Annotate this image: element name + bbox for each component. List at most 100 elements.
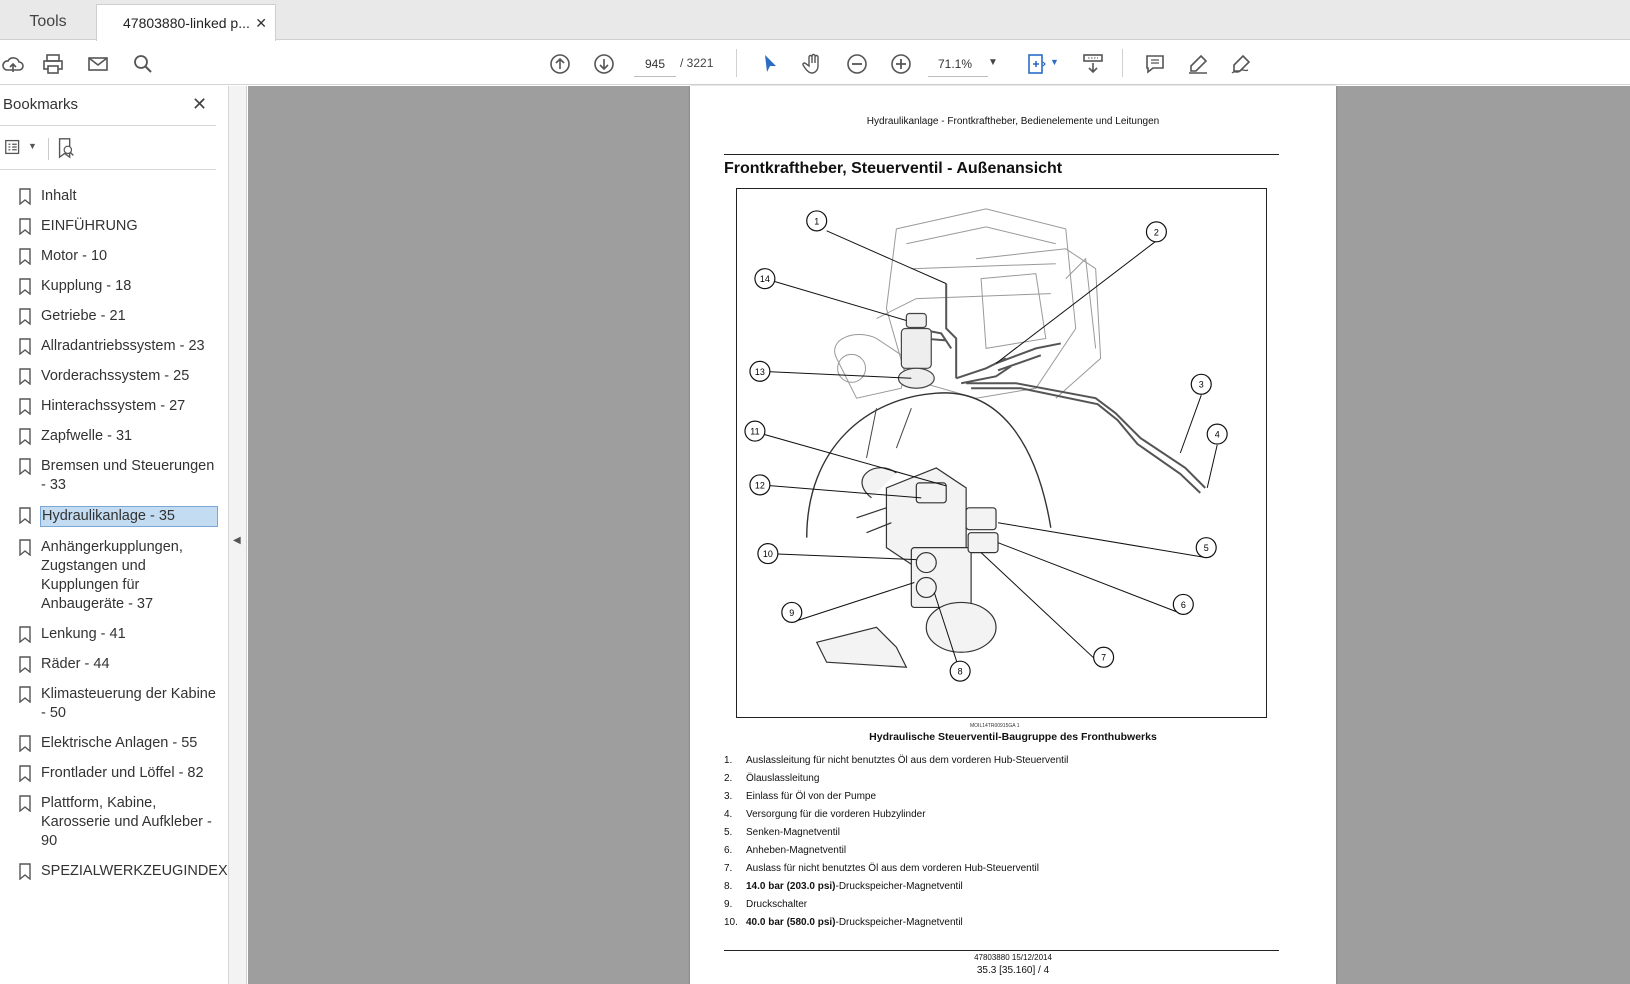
part-text: Einlass für Öl von der Pumpe [746, 790, 877, 802]
bookmark-icon [19, 735, 31, 752]
bookmark-label: Zapfwelle - 31 [41, 428, 133, 444]
page-total: / 3221 [680, 56, 714, 70]
zoom-in-icon[interactable] [888, 51, 914, 77]
part-description: Versorgung für die vorderen Hubzylinder [746, 809, 926, 820]
bookmark-item[interactable]: Allradantriebssystem - 23 [0, 332, 222, 362]
tab-tools[interactable]: Tools [0, 4, 96, 40]
bookmark-item[interactable]: Vorderachssystem - 25 [0, 362, 222, 392]
part-number: 5. [724, 826, 733, 838]
bookmark-label: Elektrische Anlagen - 55 [41, 735, 198, 751]
part-text: Druckschalter [746, 898, 808, 910]
callout-label: 10 [763, 549, 773, 559]
select-cursor-icon[interactable] [757, 51, 783, 77]
part-list-item: 7. Auslass für nicht benutztes Öl aus dem… [724, 859, 1068, 877]
hydraulic-lines [916, 283, 1206, 494]
part-list-item: 10. 40.0 bar (580.0 psi)-Druckspeicher-Ma… [724, 913, 1068, 931]
panel-collapse-handle[interactable]: ◀ [229, 86, 247, 984]
part-description: Auslassleitung für nicht benutztes Öl au… [746, 755, 1068, 766]
part-description: Auslass für nicht benutztes Öl aus dem v… [746, 863, 1039, 874]
tab-document[interactable]: 47803880-linked p... ✕ [96, 4, 276, 41]
zoom-search-icon[interactable] [130, 51, 156, 77]
callout-label: 2 [1154, 227, 1159, 237]
bookmark-options-dropdown-icon[interactable]: ▼ [28, 141, 37, 151]
print-icon[interactable] [40, 51, 66, 77]
close-panel-icon[interactable]: ✕ [192, 94, 207, 115]
bookmark-label: Allradantriebssystem - 23 [41, 338, 205, 354]
bookmark-item[interactable]: Klimasteuerung der Kabine - 50 [0, 680, 222, 729]
bookmark-icon [19, 338, 31, 355]
collapse-arrow-icon[interactable]: ◀ [233, 535, 241, 546]
bookmark-item[interactable]: Elektrische Anlagen - 55 [0, 729, 222, 759]
part-list-item: 1. Auslassleitung für nicht benutztes Öl … [724, 751, 1068, 769]
bookmark-icon [19, 795, 31, 812]
fit-page-dropdown-icon[interactable]: ▼ [1050, 57, 1059, 67]
bookmark-item[interactable]: Plattform, Kabine, Karosserie und Aufkle… [0, 789, 222, 857]
pdf-page: Hydraulikanlage - Frontkraftheber, Bedie… [690, 86, 1336, 984]
toolbar: / 3221 71.1% ▼ ▼ [0, 41, 1630, 85]
bookmark-item[interactable]: Lenkung - 41 [0, 620, 222, 650]
page-number-input[interactable] [634, 51, 676, 77]
bookmark-item[interactable]: Räder - 44 [0, 650, 222, 680]
bookmark-label: Getriebe - 21 [41, 308, 126, 324]
part-text: Versorgung für die vorderen Hubzylinder [746, 808, 926, 820]
highlight-pen-icon[interactable] [1185, 51, 1211, 77]
bookmark-item[interactable]: Hydraulikanlage - 35 [0, 501, 222, 533]
zoom-dropdown-icon[interactable]: ▼ [988, 57, 998, 68]
part-number: 9. [724, 898, 733, 910]
page-up-icon[interactable] [547, 51, 573, 77]
callout-label: 6 [1181, 600, 1186, 610]
bookmark-label: Räder - 44 [41, 656, 110, 672]
part-description: Druckschalter [746, 899, 807, 910]
bookmarks-title: Bookmarks [3, 96, 79, 113]
bookmark-item[interactable]: Getriebe - 21 [0, 302, 222, 332]
bookmark-options-icon[interactable] [3, 136, 25, 163]
fit-page-icon[interactable] [1023, 51, 1049, 77]
bookmark-item[interactable]: Anhängerkupplungen, Zugstangen und Kuppl… [0, 533, 222, 620]
part-description: 14.0 bar (203.0 psi)-Druckspeicher-Magne… [746, 881, 963, 892]
bookmark-item[interactable]: Motor - 10 [0, 242, 222, 272]
bookmark-icon [19, 428, 31, 445]
bookmark-item[interactable]: Zapfwelle - 31 [0, 422, 222, 452]
callout-label: 9 [789, 608, 794, 618]
part-number: 10. [724, 916, 738, 928]
page-header: Hydraulikanlage - Frontkraftheber, Bedie… [866, 116, 1160, 127]
close-tab-icon[interactable]: ✕ [255, 15, 267, 32]
bookmark-item[interactable]: Hinterachssystem - 27 [0, 392, 222, 422]
lower-valve-block [815, 467, 999, 668]
part-list-item: 4. Versorgung für die vorderen Hubzylinde… [724, 805, 1068, 823]
zoom-out-icon[interactable] [844, 51, 870, 77]
bookmark-icon [19, 398, 31, 415]
bookmark-label: Klimasteuerung der Kabine - 50 [41, 686, 216, 721]
hand-icon[interactable] [800, 51, 826, 77]
bookmark-label: Vorderachssystem - 25 [41, 368, 190, 384]
page-down-icon[interactable] [591, 51, 617, 77]
comment-icon[interactable] [1142, 51, 1168, 77]
callout-label: 11 [750, 427, 759, 437]
zoom-level-input[interactable]: 71.1% [928, 51, 988, 77]
callout-label: 13 [755, 367, 765, 377]
bookmark-icon [19, 248, 31, 265]
bookmark-item[interactable]: Inhalt [0, 182, 222, 212]
bookmark-icon [19, 656, 31, 673]
scroll-mode-icon[interactable] [1080, 51, 1106, 77]
document-view[interactable]: Hydraulikanlage - Frontkraftheber, Bedie… [248, 86, 1630, 984]
part-text: -Druckspeicher-Magnetventil [835, 916, 963, 928]
bookmark-icon [19, 308, 31, 325]
callout-label: 7 [1101, 653, 1106, 663]
bookmark-item[interactable]: Frontlader und Löffel - 82 [0, 759, 222, 789]
callout-label: 5 [1204, 543, 1209, 553]
sign-icon[interactable] [1228, 51, 1254, 77]
add-bookmark-icon[interactable] [55, 136, 77, 165]
bookmark-label: Kupplung - 18 [41, 278, 132, 294]
part-list-item: 8. 14.0 bar (203.0 psi)-Druckspeicher-Mag… [724, 877, 1068, 895]
bookmark-icon [19, 507, 31, 524]
bookmark-item[interactable]: Kupplung - 18 [0, 272, 222, 302]
bookmark-icon [19, 278, 31, 295]
mail-icon[interactable] [85, 51, 111, 77]
bookmark-item[interactable]: SPEZIALWERKZEUGINDEX [0, 857, 228, 887]
bookmark-label: EINFÜHRUNG [41, 218, 138, 234]
bookmark-icon [19, 539, 31, 556]
bookmark-item[interactable]: Bremsen und Steuerungen - 33 [0, 452, 222, 501]
bookmark-item[interactable]: EINFÜHRUNG [0, 212, 222, 242]
upload-icon[interactable] [0, 51, 26, 77]
